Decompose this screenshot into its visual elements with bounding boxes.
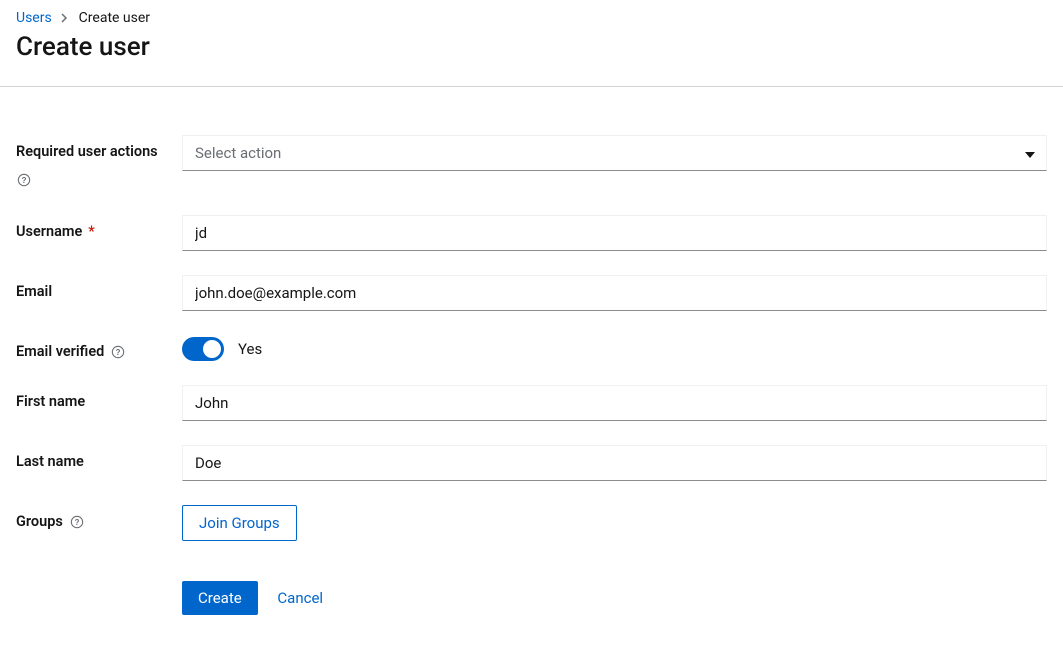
firstname-label: First name [16, 393, 85, 410]
help-icon[interactable]: ? [16, 172, 32, 188]
svg-text:?: ? [116, 348, 121, 357]
required-asterisk: * [88, 223, 95, 240]
groups-label: Groups [16, 513, 63, 530]
breadcrumb-current: Create user [79, 10, 150, 26]
email-verified-state: Yes [238, 340, 262, 358]
email-verified-label: Email verified [16, 343, 104, 360]
create-user-form: Required user actions ? Select action Us… [0, 87, 1063, 663]
lastname-input[interactable] [182, 445, 1047, 481]
help-icon[interactable]: ? [110, 344, 126, 360]
chevron-right-icon [61, 13, 69, 23]
join-groups-button[interactable]: Join Groups [182, 505, 297, 541]
required-actions-select[interactable]: Select action [182, 135, 1047, 171]
username-input[interactable] [182, 215, 1047, 251]
cancel-button[interactable]: Cancel [261, 581, 339, 615]
lastname-label: Last name [16, 453, 84, 470]
toggle-knob [203, 340, 221, 358]
username-label: Username [16, 223, 82, 240]
firstname-input[interactable] [182, 385, 1047, 421]
page-title: Create user [0, 32, 1063, 86]
required-actions-label: Required user actions [16, 143, 158, 160]
breadcrumb: Users Create user [0, 0, 1063, 32]
email-input[interactable] [182, 275, 1047, 311]
create-button[interactable]: Create [182, 581, 258, 615]
email-verified-toggle[interactable] [182, 337, 224, 361]
svg-text:?: ? [22, 176, 27, 185]
help-icon[interactable]: ? [69, 514, 85, 530]
svg-text:?: ? [74, 518, 79, 527]
email-label: Email [16, 283, 52, 300]
breadcrumb-users-link[interactable]: Users [16, 10, 52, 26]
